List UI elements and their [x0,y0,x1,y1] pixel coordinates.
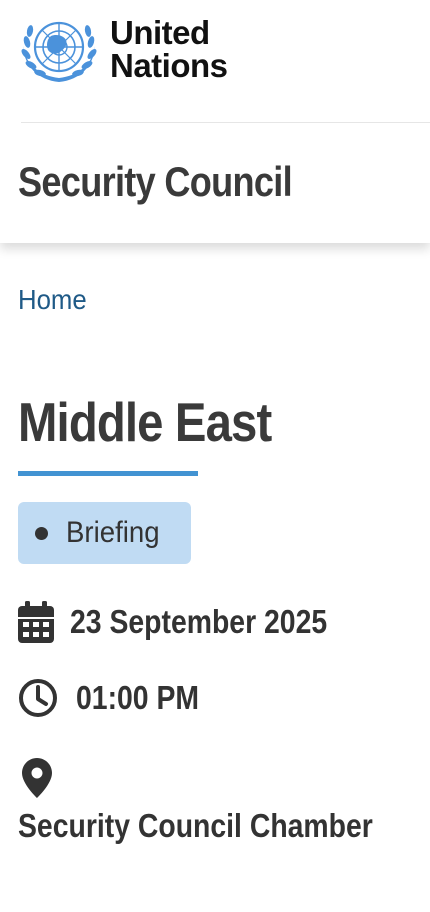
badge-label: Briefing [66,516,160,549]
un-emblem-icon [21,21,97,82]
breadcrumb-home-link[interactable]: Home [18,283,87,317]
event-time: 01:00 PM [76,679,200,716]
header-divider [21,122,430,123]
logo-line-2: Nations [110,47,228,84]
badge-dot-icon [35,526,48,540]
event-date: 23 September 2025 [70,603,328,640]
title-underline [18,471,198,476]
page-title: Middle East [18,391,272,453]
event-time-row: 01:00 PM [18,678,219,718]
event-date-row: 23 September 2025 [18,601,369,643]
logo-line-1: United [110,14,210,51]
event-location: Security Council Chamber [18,807,373,844]
clock-icon [19,679,57,717]
site-title-link[interactable]: Security Council [18,156,293,208]
un-wordmark: United Nations [110,16,228,82]
calendar-icon [18,601,54,643]
map-pin-icon [22,758,52,798]
event-type-badge: Briefing [18,502,191,564]
un-logo-link[interactable]: United Nations [18,14,228,84]
site-header: United Nations Security Council [0,0,430,243]
